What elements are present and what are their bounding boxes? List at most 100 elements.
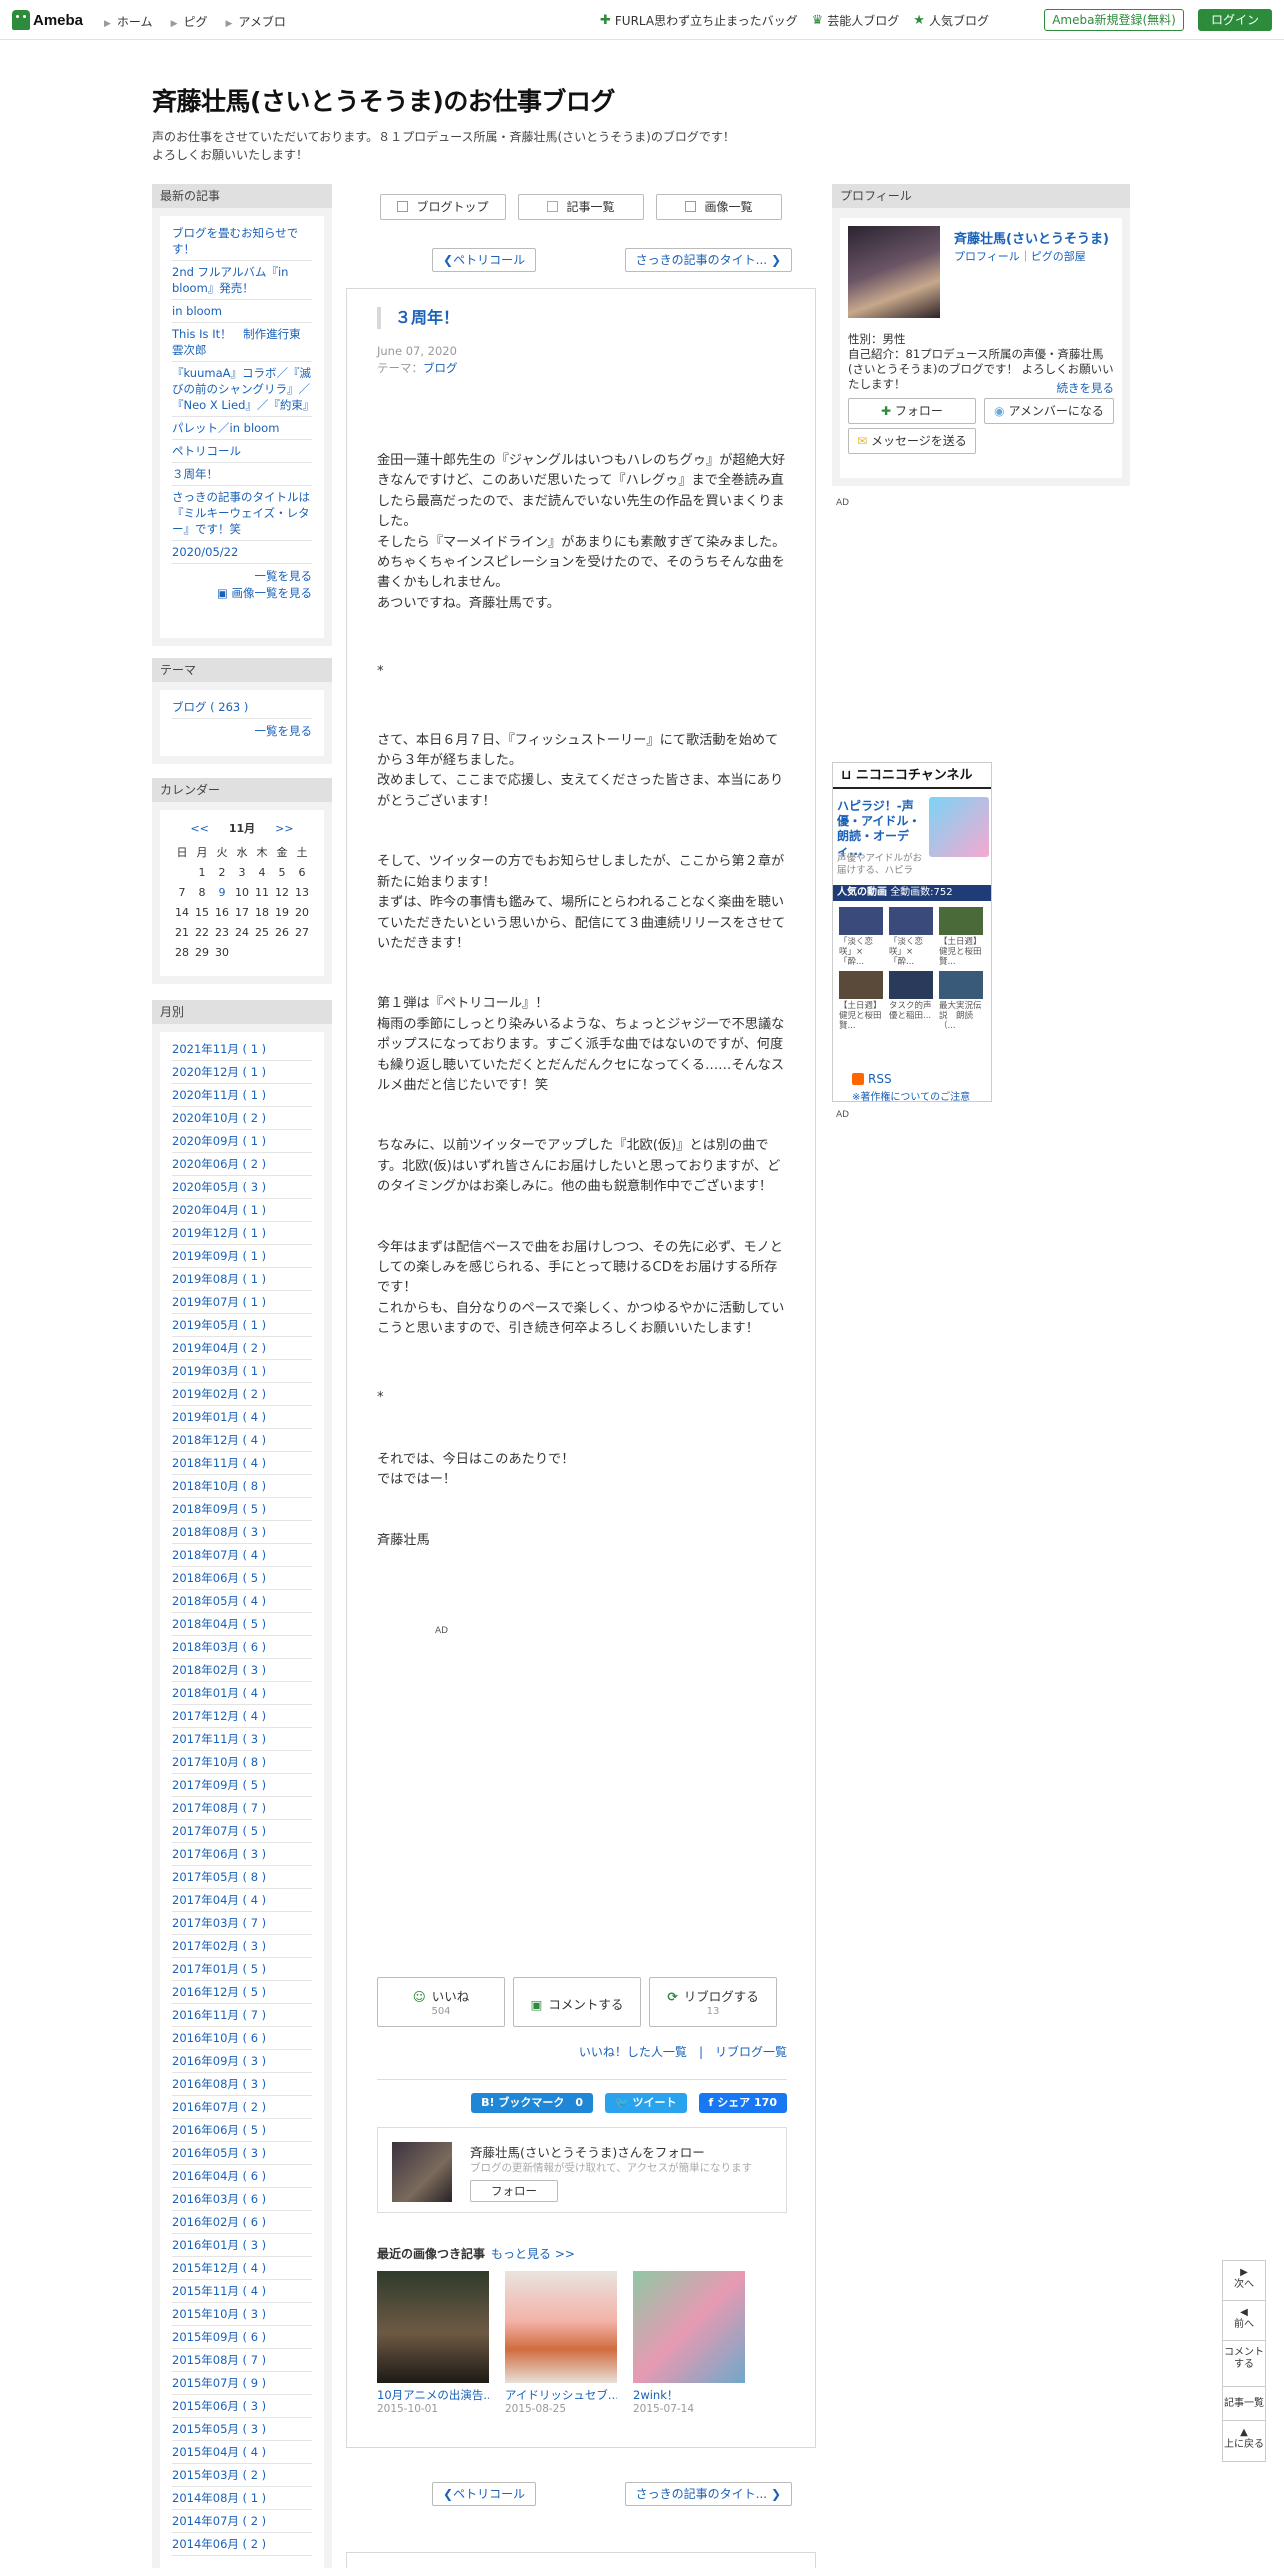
month-archive-link[interactable]: 2018年02月 ( 3 ) — [172, 1659, 312, 1682]
month-archive-link[interactable]: 2014年07月 ( 2 ) — [172, 2510, 312, 2533]
month-archive-link[interactable]: 2018年01月 ( 4 ) — [172, 1682, 312, 1705]
month-archive-link[interactable]: 2017年06月 ( 3 ) — [172, 1843, 312, 1866]
entry-title[interactable]: ３周年！ — [377, 307, 459, 329]
ameba-logo[interactable]: Ameba — [12, 9, 83, 31]
profile-avatar[interactable] — [848, 226, 940, 318]
recent-image-item[interactable]: 2wink！ 2015-07-14 — [633, 2271, 745, 2415]
login-button[interactable]: ログイン — [1198, 9, 1272, 31]
calendar-prev[interactable]: << — [190, 822, 208, 835]
latest-entry-link[interactable]: This Is It！ 制作進行東雲次郎 — [172, 323, 312, 362]
channel-title[interactable]: ハピラジ！-声優・アイドル・朗読・オーディ... — [837, 799, 927, 859]
message-button[interactable]: ✉ メッセージを送る — [848, 428, 976, 454]
nav-pigg[interactable]: ▶ ピグ — [171, 13, 208, 30]
month-archive-link[interactable]: 2020年04月 ( 1 ) — [172, 1199, 312, 1222]
amember-button[interactable]: ◉ アメンバーになる — [984, 398, 1114, 424]
month-archive-link[interactable]: 2017年02月 ( 3 ) — [172, 1935, 312, 1958]
month-archive-link[interactable]: 2018年07月 ( 4 ) — [172, 1544, 312, 1567]
month-archive-link[interactable]: 2016年02月 ( 6 ) — [172, 2211, 312, 2234]
month-archive-link[interactable]: 2019年01月 ( 4 ) — [172, 1406, 312, 1429]
month-archive-link[interactable]: 2020年05月 ( 3 ) — [172, 1176, 312, 1199]
float-comment-button[interactable]: コメントする — [1223, 2341, 1265, 2387]
month-archive-link[interactable]: 2019年04月 ( 2 ) — [172, 1337, 312, 1360]
month-archive-link[interactable]: 2016年12月 ( 5 ) — [172, 1981, 312, 2004]
header-link-celebrity[interactable]: ♛ 芸能人ブログ — [812, 12, 900, 29]
next-entry-button[interactable]: さっきの記事のタイト... ❯ — [624, 248, 792, 272]
like-button[interactable]: ☺ いいね 504 — [377, 1977, 505, 2027]
header-link-popular[interactable]: ★ 人気ブログ — [913, 12, 989, 29]
month-archive-link[interactable]: 2015年12月 ( 4 ) — [172, 2257, 312, 2280]
nav-home[interactable]: ▶ ホーム — [104, 13, 153, 30]
latest-entry-link[interactable]: ブログを畳むお知らせです！ — [172, 222, 312, 261]
month-archive-link[interactable]: 2017年10月 ( 8 ) — [172, 1751, 312, 1774]
reblog-button[interactable]: ⟳ リブログする 13 — [649, 1977, 777, 2027]
month-archive-link[interactable]: 2016年04月 ( 6 ) — [172, 2165, 312, 2188]
float-prev-button[interactable]: ◀ 前へ — [1223, 2301, 1265, 2341]
reblog-list-link[interactable]: リブログ一覧 — [715, 2045, 787, 2059]
latest-entry-link[interactable]: 『kuumaA』コラボ／『滅びの前のシャングリラ』／『Neo X Lied』／『… — [172, 362, 314, 417]
profile-links[interactable]: プロフィール｜ピグの部屋 — [954, 248, 1086, 264]
month-archive-link[interactable]: 2014年08月 ( 1 ) — [172, 2487, 312, 2510]
month-archive-link[interactable]: 2016年08月 ( 3 ) — [172, 2073, 312, 2096]
month-archive-link[interactable]: 2018年10月 ( 8 ) — [172, 1475, 312, 1498]
latest-entry-link[interactable]: in bloom — [172, 300, 312, 323]
month-archive-link[interactable]: 2018年05月 ( 4 ) — [172, 1590, 312, 1613]
month-archive-link[interactable]: 2015年10月 ( 3 ) — [172, 2303, 312, 2326]
image-list-button[interactable]: 画像一覧 — [656, 194, 782, 220]
month-archive-link[interactable]: 2017年04月 ( 4 ) — [172, 1889, 312, 1912]
profile-continue-link[interactable]: 続きを見る — [1057, 380, 1115, 396]
niconico-video-item[interactable]: 【土日週】健児と桜田賢... — [939, 907, 983, 967]
blog-title[interactable]: 斉藤壮馬(さいとうそうま)のお仕事ブログ — [152, 82, 912, 118]
month-archive-link[interactable]: 2019年05月 ( 1 ) — [172, 1314, 312, 1337]
month-archive-link[interactable]: 2019年09月 ( 1 ) — [172, 1245, 312, 1268]
latest-entry-link[interactable]: さっきの記事のタイトルは『ミルキーウェイズ・レター』です！笑 — [172, 486, 312, 541]
liked-users-link[interactable]: いいね！した人一覧 — [579, 2045, 687, 2059]
month-archive-link[interactable]: 2016年07月 ( 2 ) — [172, 2096, 312, 2119]
author-avatar[interactable] — [392, 2142, 452, 2202]
month-archive-link[interactable]: 2015年09月 ( 6 ) — [172, 2326, 312, 2349]
month-archive-link[interactable]: 2017年09月 ( 5 ) — [172, 1774, 312, 1797]
month-archive-link[interactable]: 2020年12月 ( 1 ) — [172, 1061, 312, 1084]
month-archive-link[interactable]: 2018年12月 ( 4 ) — [172, 1429, 312, 1452]
month-archive-link[interactable]: 2017年03月 ( 7 ) — [172, 1912, 312, 1935]
header-link-furla[interactable]: ✚ FURLA思わず立ち止まったバッグ — [600, 12, 798, 29]
float-top-button[interactable]: ▲ 上に戻る — [1223, 2421, 1265, 2461]
month-archive-link[interactable]: 2016年05月 ( 3 ) — [172, 2142, 312, 2165]
month-archive-link[interactable]: 2015年07月 ( 9 ) — [172, 2372, 312, 2395]
image-list-link[interactable]: ▣ 画像一覧を見る — [172, 585, 312, 602]
month-archive-link[interactable]: 2015年06月 ( 3 ) — [172, 2395, 312, 2418]
month-archive-link[interactable]: 2020年11月 ( 1 ) — [172, 1084, 312, 1107]
follow-button[interactable]: ✚ フォロー — [848, 398, 976, 424]
tweet-button[interactable]: 🐦 ツイート — [605, 2093, 687, 2113]
month-archive-link[interactable]: 2015年08月 ( 7 ) — [172, 2349, 312, 2372]
month-archive-link[interactable]: 2017年05月 ( 8 ) — [172, 1866, 312, 1889]
month-archive-link[interactable]: 2020年06月 ( 2 ) — [172, 1153, 312, 1176]
month-archive-link[interactable]: 2016年03月 ( 6 ) — [172, 2188, 312, 2211]
month-archive-link[interactable]: 2018年06月 ( 5 ) — [172, 1567, 312, 1590]
register-button[interactable]: Ameba新規登録(無料) — [1044, 9, 1184, 31]
float-next-button[interactable]: ▶ 次へ — [1223, 2261, 1265, 2301]
latest-entry-link[interactable]: パレット／in bloom — [172, 417, 312, 440]
niconico-video-item[interactable]: 「淡く恋咲」×「酔... — [889, 907, 933, 967]
entry-list-button[interactable]: 記事一覧 — [518, 194, 644, 220]
month-archive-link[interactable]: 2016年10月 ( 6 ) — [172, 2027, 312, 2050]
month-archive-link[interactable]: 2018年03月 ( 6 ) — [172, 1636, 312, 1659]
recent-more-link[interactable]: もっと見る >> — [491, 2247, 575, 2261]
copyright-notice-link[interactable]: ※著作権についてのご注意 — [852, 1088, 970, 1103]
month-archive-link[interactable]: 2016年06月 ( 5 ) — [172, 2119, 312, 2142]
latest-entry-link[interactable]: 2020/05/22 — [172, 541, 312, 564]
calendar-next[interactable]: >> — [275, 822, 293, 835]
month-archive-link[interactable]: 2019年08月 ( 1 ) — [172, 1268, 312, 1291]
next-entry-button[interactable]: さっきの記事のタイト... ❯ — [624, 2482, 792, 2506]
latest-entry-link[interactable]: ３周年！ — [172, 463, 312, 486]
blog-top-button[interactable]: ブログトップ — [380, 194, 506, 220]
month-archive-link[interactable]: 2021年11月 ( 1 ) — [172, 1038, 312, 1061]
month-archive-link[interactable]: 2016年11月 ( 7 ) — [172, 2004, 312, 2027]
month-archive-link[interactable]: 2018年09月 ( 5 ) — [172, 1498, 312, 1521]
niconico-video-item[interactable]: 最大実況伝説 朗読（... — [939, 971, 983, 1031]
niconico-widget[interactable]: ⊔ ニコニコチャンネル ハピラジ！-声優・アイドル・朗読・オーディ... 声優や… — [832, 762, 992, 1102]
float-entry-list-button[interactable]: 記事一覧 — [1223, 2387, 1265, 2421]
month-archive-link[interactable]: 2019年12月 ( 1 ) — [172, 1222, 312, 1245]
month-archive-link[interactable]: 2015年04月 ( 4 ) — [172, 2441, 312, 2464]
month-archive-link[interactable]: 2017年07月 ( 5 ) — [172, 1820, 312, 1843]
comment-button[interactable]: ▣ コメントする — [513, 1977, 641, 2027]
